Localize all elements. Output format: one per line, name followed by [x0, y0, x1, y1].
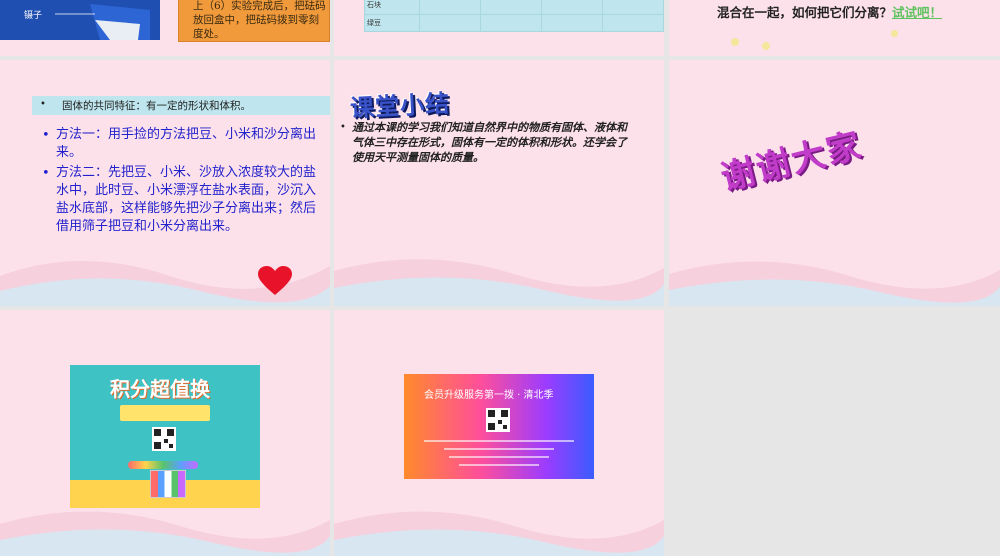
slide-thumbnail-8[interactable]: 会员升级服务第一拨 · 清北季 — [334, 310, 664, 556]
banner-fine-print — [459, 464, 539, 466]
method1-text: 方法一：用手捡的方法把豆、小米和沙分离出来。 — [56, 127, 317, 160]
banner-fine-print — [424, 440, 574, 442]
wave-decoration — [334, 511, 664, 556]
thanks-text: 谢谢大家 — [717, 125, 867, 199]
feature-text: 固体的共同特征：有一定的形状和体积。 — [62, 100, 251, 112]
slide-thumbnail-3[interactable]: 混合在一起，如何把它们分离？试试吧！ — [669, 0, 1000, 56]
table-cell: 石块 — [364, 0, 420, 15]
banner-fine-print — [444, 448, 554, 450]
question-line: 混合在一起，如何把它们分离？试试吧！ — [717, 2, 942, 21]
points-exchange-banner[interactable]: 积分超值换 — [70, 365, 260, 508]
qr-code-icon — [152, 427, 176, 451]
try-link[interactable]: 试试吧！ — [892, 5, 942, 20]
summary-text: 通过本课的学习我们知道自然界中的物质有固体、液体和气体三中存在形式，固体有一定的… — [352, 121, 627, 164]
sparkle-dot — [762, 42, 770, 50]
question-text: 混合在一起，如何把它们分离？ — [717, 5, 893, 20]
qr-code-icon — [486, 408, 510, 432]
membership-banner-title: 会员升级服务第一拨 · 清北季 — [424, 390, 554, 401]
method1-bullet: • — [42, 128, 50, 143]
slide-thumbnail-5[interactable]: 课堂小结 • 通过本课的学习我们知道自然界中的物质有固体、液体和气体三中存在形式… — [334, 60, 664, 306]
feature-bullet: • — [40, 99, 46, 110]
material-table: 石块 绿豆 — [364, 0, 664, 32]
banner-info-strip — [120, 405, 210, 421]
method2-bullet: • — [42, 166, 50, 181]
slide-thumbnail-2[interactable]: 石块 绿豆 — [334, 0, 664, 56]
banner-fine-print — [449, 456, 549, 458]
slide-thumbnail-4[interactable]: • 固体的共同特征：有一定的形状和体积。 • 方法一：用手捡的方法把豆、小米和沙… — [0, 60, 330, 306]
table-cell: 绿豆 — [364, 13, 420, 32]
method2-text: 方法二：先把豆、小米、沙放入浓度较大的盐水中，此时豆、小米漂浮在盐水表面，沙沉入… — [56, 165, 317, 234]
wave-decoration — [334, 259, 664, 306]
heart-icon — [258, 266, 292, 295]
summary-title: 课堂小结 — [349, 88, 451, 123]
wave-decoration — [669, 261, 1000, 306]
instruction-text: 上（6）实验完成后，把砝码放回盒中，把砝码拨到零刻度处。 — [193, 0, 326, 40]
slide-thumbnail-1[interactable]: 镊子 上（6）实验完成后，把砝码放回盒中，把砝码拨到零刻度处。 — [0, 0, 330, 56]
tweezers-image: 镊子 — [0, 0, 160, 40]
slide-thumbnail-7[interactable]: 积分超值换 — [0, 310, 330, 556]
sparkle-dot — [891, 30, 898, 37]
banner-button-row — [128, 461, 198, 469]
books-icon — [150, 470, 186, 498]
sparkle-dot — [731, 38, 739, 46]
summary-bullet: • — [340, 122, 346, 133]
empty-grid-cell — [669, 310, 1000, 556]
membership-upgrade-banner[interactable]: 会员升级服务第一拨 · 清北季 — [404, 374, 594, 479]
slide-thumbnail-6[interactable]: 谢谢大家 — [669, 60, 1000, 306]
points-banner-title: 积分超值换 — [110, 377, 210, 401]
tweezers-caption: 镊子 — [24, 11, 43, 21]
instruction-box: 上（6）实验完成后，把砝码放回盒中，把砝码拨到零刻度处。 — [178, 0, 330, 42]
